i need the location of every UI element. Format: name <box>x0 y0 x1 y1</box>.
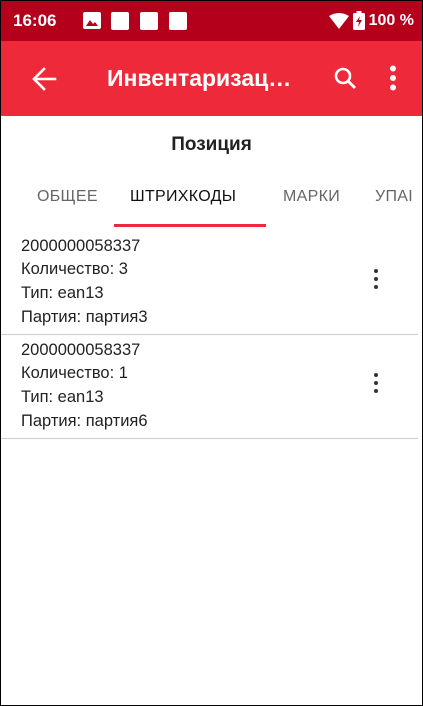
barcode-batch: Партия: партия3 <box>21 308 148 326</box>
barcode-list-item[interactable]: 2000000058337 Количество: 3 Тип: ean13 П… <box>1 234 418 335</box>
barcode-code: 2000000058337 <box>21 237 141 255</box>
barcode-batch: Партия: партия6 <box>21 412 148 430</box>
status-indicators: 100 % <box>328 11 414 30</box>
barcode-type: Тип: ean13 <box>21 388 104 406</box>
battery-icon <box>352 11 365 30</box>
app-bar: Инвентаризац… <box>1 41 422 116</box>
tab-bar: ОБЩЕЕ ШТРИХКОДЫ МАРКИ УПАІ <box>1 171 422 229</box>
tab-marks[interactable]: МАРКИ <box>283 188 340 206</box>
barcode-list-item[interactable]: 2000000058337 Количество: 1 Тип: ean13 П… <box>1 338 418 439</box>
barcode-quantity: Количество: 3 <box>21 260 128 278</box>
status-bar: 16:06 100 % <box>1 1 422 41</box>
tab-active-indicator <box>114 224 266 227</box>
notification-icon <box>169 12 187 30</box>
barcode-quantity: Количество: 1 <box>21 364 128 382</box>
more-vert-icon[interactable] <box>373 372 379 394</box>
barcode-code: 2000000058337 <box>21 341 141 359</box>
search-icon[interactable] <box>333 66 357 90</box>
notification-icon <box>111 12 129 30</box>
page-heading: Позиция <box>171 134 252 155</box>
arrow-left-icon[interactable] <box>31 66 57 92</box>
status-time: 16:06 <box>13 11 57 30</box>
battery-percentage: 100 % <box>368 11 414 29</box>
tab-packages[interactable]: УПАІ <box>375 188 413 206</box>
barcode-type: Тип: ean13 <box>21 284 104 302</box>
image-notification-icon <box>83 12 101 29</box>
notification-icon <box>140 12 158 30</box>
more-vert-icon[interactable] <box>373 268 379 290</box>
wifi-icon <box>328 12 349 29</box>
tab-general[interactable]: ОБЩЕЕ <box>37 188 98 206</box>
tab-barcodes[interactable]: ШТРИХКОДЫ <box>130 188 236 206</box>
device-screen: 16:06 100 % Инвентаризац… Позиция ОБЩЕЕ … <box>0 0 423 706</box>
app-title: Инвентаризац… <box>107 65 292 91</box>
more-vert-icon[interactable] <box>389 65 397 91</box>
